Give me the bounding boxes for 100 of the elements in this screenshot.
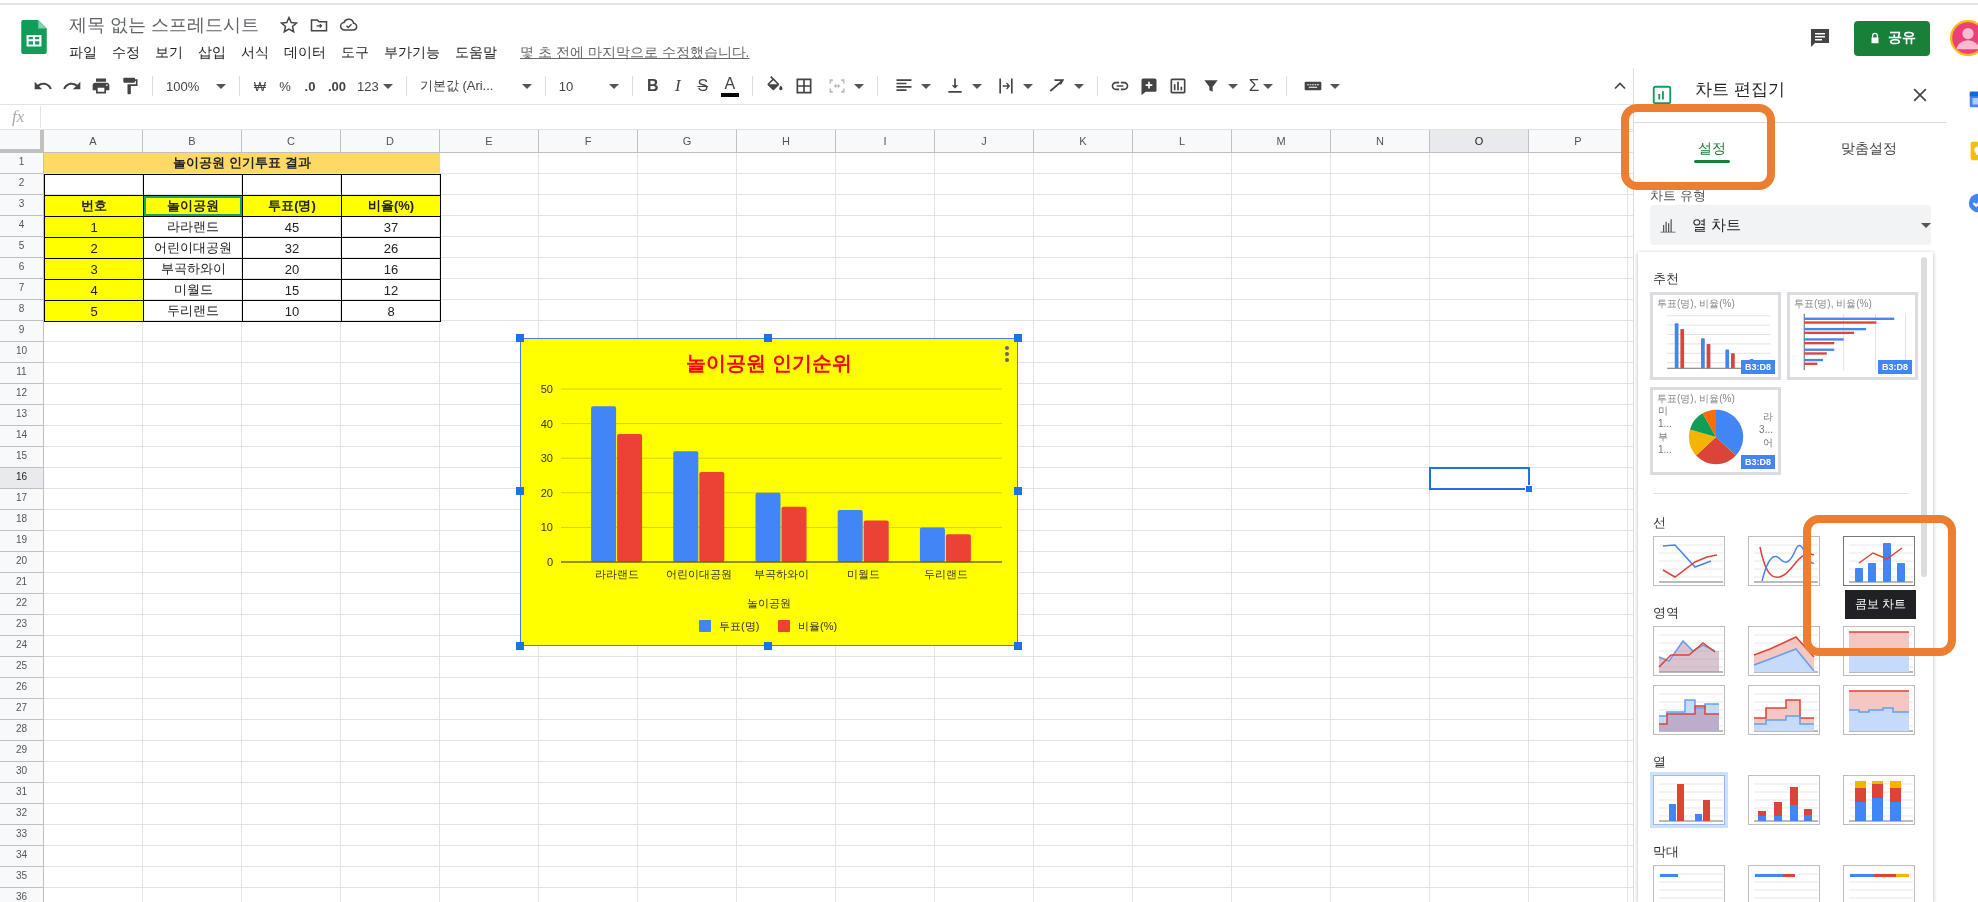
resize-handle[interactable] [1014,334,1022,342]
row-header[interactable]: 11 [0,363,44,384]
column-header[interactable]: H [737,130,836,153]
sheets-logo-icon[interactable] [21,20,47,54]
row-header[interactable]: 28 [0,720,44,741]
row-header[interactable]: 5 [0,237,44,258]
column-header[interactable]: E [440,130,539,153]
chart-type-option[interactable] [1843,775,1915,825]
chart-type-option[interactable] [1653,775,1725,825]
chart-bar[interactable] [591,406,617,562]
resize-handle[interactable] [516,334,524,342]
decrease-decimal-button[interactable]: .0 [299,72,321,100]
row-header[interactable]: 31 [0,783,44,804]
row-header[interactable]: 3 [0,195,44,216]
menu-item[interactable]: 도구 [341,44,369,62]
comment-icon[interactable] [1808,26,1832,50]
resize-handle[interactable] [1014,487,1022,495]
column-header[interactable]: M [1232,130,1331,153]
share-button[interactable]: 공유 [1854,20,1930,56]
increase-decimal-button[interactable]: .00 [324,72,351,100]
menu-item[interactable]: 수정 [112,44,140,62]
row-header[interactable]: 23 [0,615,44,636]
menu-item[interactable]: 데이터 [284,44,326,62]
chart-type-option[interactable]: 투표(명), 비율(%) B3:D8 [1650,292,1781,380]
resize-handle[interactable] [764,334,772,342]
star-icon[interactable] [279,15,299,35]
chart-bar[interactable] [945,534,971,562]
bold-button[interactable]: B [641,72,664,100]
column-header[interactable]: I [836,130,935,153]
menu-item[interactable]: 보기 [155,44,183,62]
chart-type-dropdown[interactable]: 열 차트 [1650,205,1931,245]
column-header[interactable]: B [143,130,242,153]
chart-type-option[interactable] [1843,685,1915,735]
row-header[interactable]: 32 [0,804,44,825]
avatar-icon[interactable] [1950,20,1978,56]
column-header[interactable]: C [242,130,341,153]
menu-item[interactable]: 파일 [69,44,97,62]
resize-handle[interactable] [516,642,524,650]
paint-format-icon[interactable] [120,76,140,96]
percent-button[interactable]: % [274,72,296,100]
row-header[interactable]: 1 [0,153,44,174]
row-header[interactable]: 29 [0,741,44,762]
row-header[interactable]: 4 [0,216,44,237]
row-header[interactable]: 10 [0,342,44,363]
row-header[interactable]: 6 [0,258,44,279]
row-header[interactable]: 26 [0,678,44,699]
chart-type-option[interactable] [1843,865,1915,902]
row-header[interactable]: 22 [0,594,44,615]
italic-button[interactable]: I [666,72,689,100]
functions-dropdown[interactable]: Σ [1244,72,1278,100]
resize-handle[interactable] [764,642,772,650]
row-header[interactable]: 24 [0,636,44,657]
chart-type-option[interactable]: 투표(명), 비율(%) B3:D8 [1787,292,1918,380]
column-header[interactable]: F [539,130,638,153]
menu-item[interactable]: 삽입 [198,44,226,62]
strikethrough-button[interactable]: S [691,72,714,100]
row-header[interactable]: 34 [0,846,44,867]
chart-type-option[interactable] [1748,685,1820,735]
resize-handle[interactable] [516,487,524,495]
tab[interactable]: 맞춤설정 [1790,123,1947,175]
chart-bar[interactable] [863,520,889,562]
column-header[interactable]: D [341,130,440,153]
chart-bar[interactable] [781,506,807,562]
row-header[interactable]: 14 [0,426,44,447]
row-header[interactable]: 17 [0,489,44,510]
menu-item[interactable]: 부가기능 [384,44,440,62]
chart-type-option[interactable] [1748,865,1820,902]
row-header[interactable]: 20 [0,552,44,573]
chart-bar[interactable] [673,451,699,562]
resize-handle[interactable] [1014,642,1022,650]
row-header[interactable]: 35 [0,867,44,888]
chart-bar[interactable] [699,472,725,562]
font-size-dropdown[interactable]: 10 [554,72,623,100]
row-header[interactable]: 13 [0,405,44,426]
more-icon[interactable] [1005,346,1009,362]
column-header[interactable]: L [1133,130,1232,153]
row-header[interactable]: 30 [0,762,44,783]
row-header[interactable]: 8 [0,300,44,321]
zoom-dropdown[interactable]: 100% [162,72,230,100]
tab[interactable]: 설정 [1634,123,1791,175]
column-header[interactable]: A [44,130,143,153]
row-header[interactable]: 9 [0,321,44,342]
font-dropdown[interactable]: 기본값 (Ari... [415,72,536,100]
chart-bar[interactable] [617,434,643,562]
row-header[interactable]: 21 [0,573,44,594]
scrollbar[interactable] [1921,257,1927,577]
last-edit-link[interactable]: 몇 초 전에 마지막으로 수정했습니다. [520,44,750,62]
chart-type-option[interactable] [1653,865,1725,902]
chart-type-option[interactable] [1748,626,1820,676]
row-header[interactable]: 16 [0,468,44,489]
chart-type-option[interactable] [1653,536,1725,586]
chart-type-option[interactable] [1653,626,1725,676]
menu-item[interactable]: 서식 [241,44,269,62]
column-header[interactable]: K [1034,130,1133,153]
chart-bar[interactable] [837,510,863,562]
fill-handle[interactable] [1525,485,1533,493]
row-header[interactable]: 2 [0,174,44,195]
row-header[interactable]: 19 [0,531,44,552]
print-icon[interactable] [91,76,111,96]
row-header[interactable]: 12 [0,384,44,405]
